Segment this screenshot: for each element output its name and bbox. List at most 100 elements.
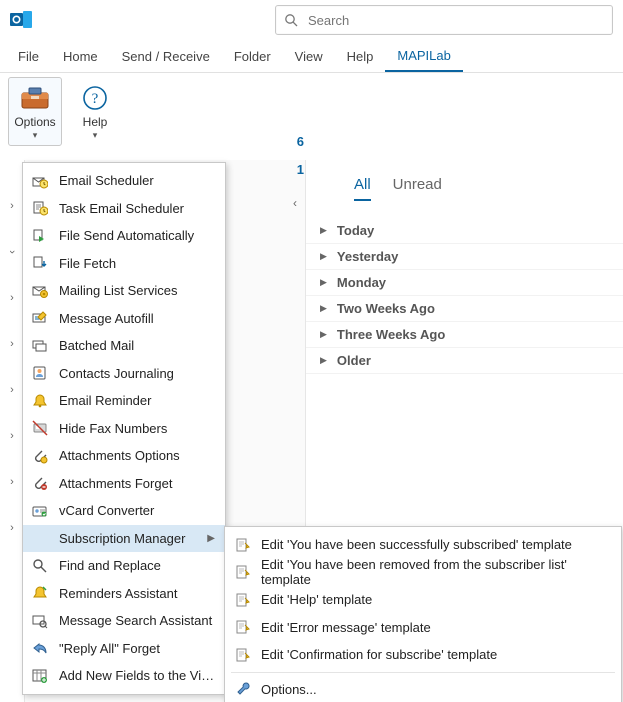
chevron-right-icon: ▶ [320, 329, 327, 340]
menu-help[interactable]: Help [335, 40, 386, 72]
folder-count: 6 [260, 128, 304, 156]
chevron-right-icon[interactable]: › [10, 430, 14, 442]
edit-template-icon [235, 537, 251, 553]
timeline-group[interactable]: ▶Yesterday [306, 244, 623, 270]
options-menu-item[interactable]: File Send Automatically [23, 222, 225, 250]
options-menu-item-label: Message Autofill [59, 311, 215, 326]
submenu-item[interactable]: Edit 'Error message' template [225, 614, 621, 642]
attach-opt-icon [31, 447, 49, 465]
search-input[interactable] [306, 12, 604, 29]
options-menu-item[interactable]: Subscription Manager ▶ [23, 525, 225, 553]
options-menu-item-label: Message Search Assistant [59, 613, 215, 628]
edit-template-icon [235, 619, 251, 635]
collapse-icon[interactable]: ‹ [293, 196, 297, 210]
submenu-item-label: Edit 'Confirmation for subscribe' templa… [261, 647, 497, 662]
options-menu-item[interactable]: Hide Fax Numbers [23, 415, 225, 443]
options-menu-item-label: Contacts Journaling [59, 366, 215, 381]
options-menu-item[interactable]: vCard Converter [23, 497, 225, 525]
options-menu-item-label: Reminders Assistant [59, 586, 215, 601]
search-icon [284, 13, 298, 27]
options-menu-item-label: Task Email Scheduler [59, 201, 215, 216]
options-menu-item-label: Subscription Manager [59, 531, 197, 546]
blank-icon [31, 529, 49, 547]
options-menu-item[interactable]: Mailing List Services [23, 277, 225, 305]
timeline-group[interactable]: ▶Monday [306, 270, 623, 296]
chevron-down-icon: ▾ [33, 130, 38, 141]
filter-tab-all[interactable]: All [354, 176, 371, 201]
chevron-right-icon[interactable]: › [10, 384, 14, 396]
ribbon-help-button[interactable]: ? Help ▾ [68, 77, 122, 146]
edit-template-icon [235, 592, 251, 608]
submenu-item-label: Edit 'Error message' template [261, 620, 431, 635]
chevron-right-icon[interactable]: › [10, 200, 14, 212]
options-menu-item[interactable]: Email Reminder [23, 387, 225, 415]
add-fields-icon [31, 667, 49, 685]
options-menu-item[interactable]: Find and Replace [23, 552, 225, 580]
separator [231, 672, 615, 673]
chevron-down-icon: ▾ [93, 130, 98, 141]
msg-search-icon [31, 612, 49, 630]
hide-fax-icon [31, 419, 49, 437]
menu-home[interactable]: Home [51, 40, 110, 72]
options-menu-item[interactable]: "Reply All" Forget [23, 635, 225, 663]
chevron-right-icon: ▶ [320, 251, 327, 262]
submenu-options[interactable]: Options... [225, 676, 621, 702]
subscription-manager-submenu: Edit 'You have been successfully subscri… [224, 526, 622, 702]
submenu-item[interactable]: Edit 'You have been removed from the sub… [225, 559, 621, 587]
menu-file[interactable]: File [6, 40, 51, 72]
timeline-group[interactable]: ▶Two Weeks Ago [306, 296, 623, 322]
chevron-right-icon[interactable]: › [10, 292, 14, 304]
options-menu-item-label: File Send Automatically [59, 228, 215, 243]
submenu-item[interactable]: Edit 'Confirmation for subscribe' templa… [225, 641, 621, 669]
timeline-group[interactable]: ▶Three Weeks Ago [306, 322, 623, 348]
options-menu-item[interactable]: File Fetch [23, 250, 225, 278]
options-menu-item[interactable]: Email Scheduler [23, 167, 225, 195]
help-icon: ? [79, 82, 111, 114]
submenu-options-label: Options... [261, 682, 317, 697]
submenu-item[interactable]: Edit 'Help' template [225, 586, 621, 614]
options-menu-item-label: vCard Converter [59, 503, 215, 518]
chevron-right-icon: ▶ [320, 355, 327, 366]
submenu-item[interactable]: Edit 'You have been successfully subscri… [225, 531, 621, 559]
options-menu-item[interactable]: Batched Mail [23, 332, 225, 360]
options-menu-item[interactable]: Message Search Assistant [23, 607, 225, 635]
menu-mapilab[interactable]: MAPILab [385, 40, 462, 72]
clock-task-icon [31, 199, 49, 217]
options-menu-item-label: Attachments Options [59, 448, 215, 463]
ribbon-help-label: Help [83, 116, 108, 128]
options-menu-item[interactable]: Task Email Scheduler [23, 195, 225, 223]
contacts-icon [31, 364, 49, 382]
options-menu-item[interactable]: Add New Fields to the View [23, 662, 225, 690]
submenu-item-label: Edit 'Help' template [261, 592, 372, 607]
chevron-right-icon: ▶ [207, 533, 215, 544]
timeline-group[interactable]: ▶Older [306, 348, 623, 374]
search-box[interactable] [275, 5, 613, 35]
options-menu-item[interactable]: Attachments Forget [23, 470, 225, 498]
clock-mail-icon [31, 172, 49, 190]
chevron-right-icon[interactable]: › [10, 522, 14, 534]
options-menu-item[interactable]: Attachments Options [23, 442, 225, 470]
chevron-right-icon[interactable]: › [10, 476, 14, 488]
chevron-right-icon: ▶ [320, 277, 327, 288]
options-menu-item-label: Find and Replace [59, 558, 215, 573]
ribbon-options-button[interactable]: Options ▾ [8, 77, 62, 146]
folder-counts: 6 1 [260, 128, 304, 184]
timeline-group[interactable]: ▶Today [306, 218, 623, 244]
attach-forget-icon [31, 474, 49, 492]
chevron-down-icon[interactable]: › [6, 250, 18, 254]
ribbon-options-label: Options [14, 116, 55, 128]
ribbon: Options ▾ ? Help ▾ [0, 73, 623, 162]
options-menu-item-label: File Fetch [59, 256, 215, 271]
menu-folder[interactable]: Folder [222, 40, 283, 72]
outlook-logo-icon [10, 9, 32, 31]
chevron-right-icon[interactable]: › [10, 338, 14, 350]
options-menu-item[interactable]: Contacts Journaling [23, 360, 225, 388]
vcard-icon [31, 502, 49, 520]
menu-send-receive[interactable]: Send / Receive [110, 40, 222, 72]
options-menu-item[interactable]: Message Autofill [23, 305, 225, 333]
edit-template-icon [235, 564, 251, 580]
menu-view[interactable]: View [283, 40, 335, 72]
filter-tab-unread[interactable]: Unread [393, 176, 442, 199]
options-menu: Email Scheduler Task Email Scheduler File … [22, 162, 226, 695]
options-menu-item[interactable]: Reminders Assistant [23, 580, 225, 608]
